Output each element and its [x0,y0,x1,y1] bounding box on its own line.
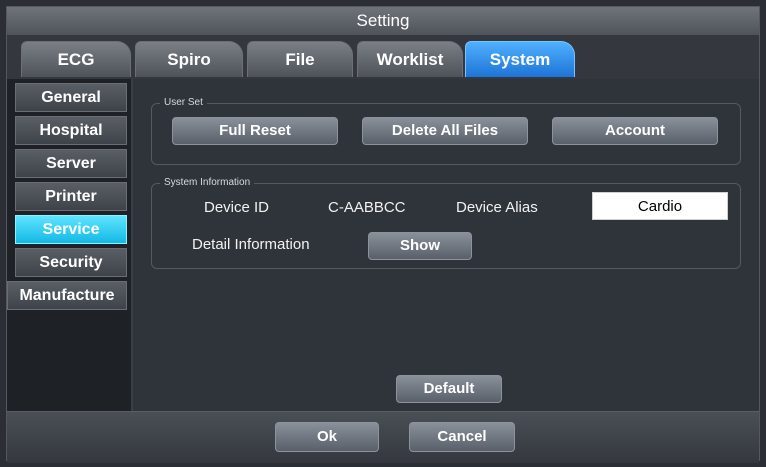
user-set-legend: User Set [160,97,207,109]
full-reset-button[interactable]: Full Reset [172,117,338,145]
sidebar-item-manufacture[interactable]: Manufacture [7,281,127,310]
tab-file[interactable]: File [247,41,353,77]
ok-button[interactable]: Ok [275,422,379,452]
device-alias-field[interactable]: Cardio [592,192,728,220]
show-button[interactable]: Show [368,232,472,260]
tab-system[interactable]: System [465,41,575,77]
device-id-label: Device ID [204,199,270,216]
sidebar-item-general[interactable]: General [15,83,127,112]
dialog-footer: Ok Cancel [7,411,759,463]
sidebar-item-hospital[interactable]: Hospital [15,116,127,145]
window-title: Setting [7,7,759,36]
default-button[interactable]: Default [396,375,502,403]
user-set-group: User Set Full Reset Delete All Files Acc… [151,97,741,165]
sidebar: General Hospital Server Printer Service … [7,79,131,411]
tab-worklist[interactable]: Worklist [357,41,463,77]
system-information-legend: System Information [160,177,255,189]
device-id-value: C-AABBCC [328,199,406,216]
tab-strip: ECG Spiro File Worklist System [7,35,759,79]
device-alias-label: Device Alias [456,199,538,216]
delete-all-files-button[interactable]: Delete All Files [362,117,528,145]
sidebar-item-service[interactable]: Service [15,215,127,244]
tab-spiro[interactable]: Spiro [135,41,243,77]
detail-information-label: Detail Information [192,236,310,253]
account-button[interactable]: Account [552,117,718,145]
tab-ecg[interactable]: ECG [21,41,131,77]
system-information-group: System Information Device ID C-AABBCC De… [151,177,741,269]
sidebar-item-server[interactable]: Server [15,149,127,178]
settings-window: Setting ECG Spiro File Worklist System G… [6,6,760,463]
sidebar-item-printer[interactable]: Printer [15,182,127,211]
service-panel: User Set Full Reset Delete All Files Acc… [133,79,759,411]
cancel-button[interactable]: Cancel [409,422,515,452]
sidebar-item-security[interactable]: Security [15,248,127,277]
